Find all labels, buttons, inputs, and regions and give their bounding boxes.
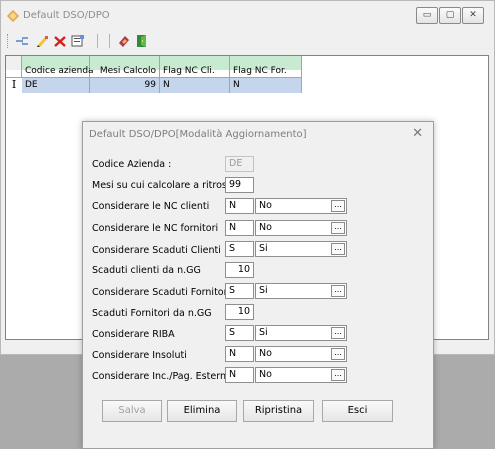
label-scaduti-clienti: Considerare Scaduti Clienti [92,245,221,256]
esci-button[interactable]: Esci [322,400,393,422]
label-codice-azienda: Codice Azienda : [92,159,172,170]
close-button[interactable]: ✕ [462,7,484,24]
label-nc-fornitori: Considerare le NC fornitori [92,223,219,234]
cell-flag-nc-cli[interactable]: N [160,78,230,93]
app-icon [7,10,19,22]
label-mesi: Mesi su cui calcolare a ritroso [92,180,233,191]
scaduti-clienti-code-field[interactable]: S [225,241,254,257]
window-title: Default DSO/DPO [23,10,110,21]
grid-corner [6,56,22,78]
toolbar-grip[interactable] [7,34,9,48]
nc-fornitori-code-field[interactable]: N [225,220,254,236]
scaduti-fornitori-code-field[interactable]: S [225,283,254,299]
exit-icon[interactable] [135,34,149,48]
refresh-icon[interactable] [117,34,131,48]
elimina-button[interactable]: Elimina [167,400,237,422]
label-scaduti-fornitori-gg: Scaduti Fornitori da n.GG [92,308,212,319]
close-icon[interactable]: ✕ [412,126,423,142]
label-riba: Considerare RIBA [92,329,175,340]
scaduti-fornitori-gg-field[interactable]: 10 [225,304,254,320]
insoluti-lookup-button[interactable]: ... [331,348,345,360]
add-icon[interactable] [15,34,29,48]
title-bar: Default DSO/DPO ▭ ▢ ✕ [1,1,494,29]
riba-code-field[interactable]: S [225,325,254,341]
ripristina-button[interactable]: Ripristina [243,400,314,422]
scaduti-clienti-gg-field[interactable]: 10 [225,262,254,278]
label-nc-clienti: Considerare le NC clienti [92,201,210,212]
toolbar-separator [109,34,110,48]
maximize-button[interactable]: ▢ [439,7,461,24]
minimize-button[interactable]: ▭ [416,7,438,24]
label-scaduti-fornitori: Considerare Scaduti Fornitori [92,287,231,298]
codice-azienda-field: DE [225,156,254,172]
scaduti-fornitori-lookup-button[interactable]: ... [331,285,345,297]
cell-mesi-calcolo[interactable]: 99 [90,78,160,93]
inc-pag-esterni-lookup-button[interactable]: ... [331,369,345,381]
nc-fornitori-lookup-button[interactable]: ... [331,222,345,234]
cell-codice-azienda[interactable]: DE [22,78,90,93]
inc-pag-esterni-code-field[interactable]: N [225,367,254,383]
scaduti-clienti-lookup-button[interactable]: ... [331,243,345,255]
properties-icon[interactable] [71,34,85,48]
toolbar [1,31,494,51]
toolbar-separator [97,34,98,48]
minimize-icon: ▭ [422,10,432,20]
label-insoluti: Considerare Insoluti [92,350,187,361]
riba-lookup-button[interactable]: ... [331,327,345,339]
update-dialog: Default DSO/DPO[Modalità Aggiornamento] … [82,121,434,449]
edit-icon[interactable] [35,34,49,48]
nc-clienti-lookup-button[interactable]: ... [331,200,345,212]
label-scaduti-clienti-gg: Scaduti clienti da n.GG [92,265,201,276]
insoluti-code-field[interactable]: N [225,346,254,362]
column-header-flag-nc-cli[interactable]: Flag NC Cli. [160,56,230,78]
salva-button[interactable]: Salva [102,400,162,422]
column-header-mesi-calcolo[interactable]: Mesi Calcolo [90,56,160,78]
row-indicator: I [11,78,17,91]
cell-flag-nc-for[interactable]: N [230,78,302,93]
dialog-title: Default DSO/DPO[Modalità Aggiornamento] [89,129,307,140]
maximize-icon: ▢ [445,10,455,20]
mesi-field[interactable]: 99 [225,177,254,193]
column-header-codice-azienda[interactable]: Codice azienda [22,56,94,78]
label-inc-pag-esterni: Considerare Inc./Pag. Esterni [92,371,229,382]
column-header-flag-nc-for[interactable]: Flag NC For. [230,56,302,78]
close-icon: ✕ [469,10,477,20]
nc-clienti-code-field[interactable]: N [225,198,254,214]
delete-icon[interactable] [53,34,67,48]
